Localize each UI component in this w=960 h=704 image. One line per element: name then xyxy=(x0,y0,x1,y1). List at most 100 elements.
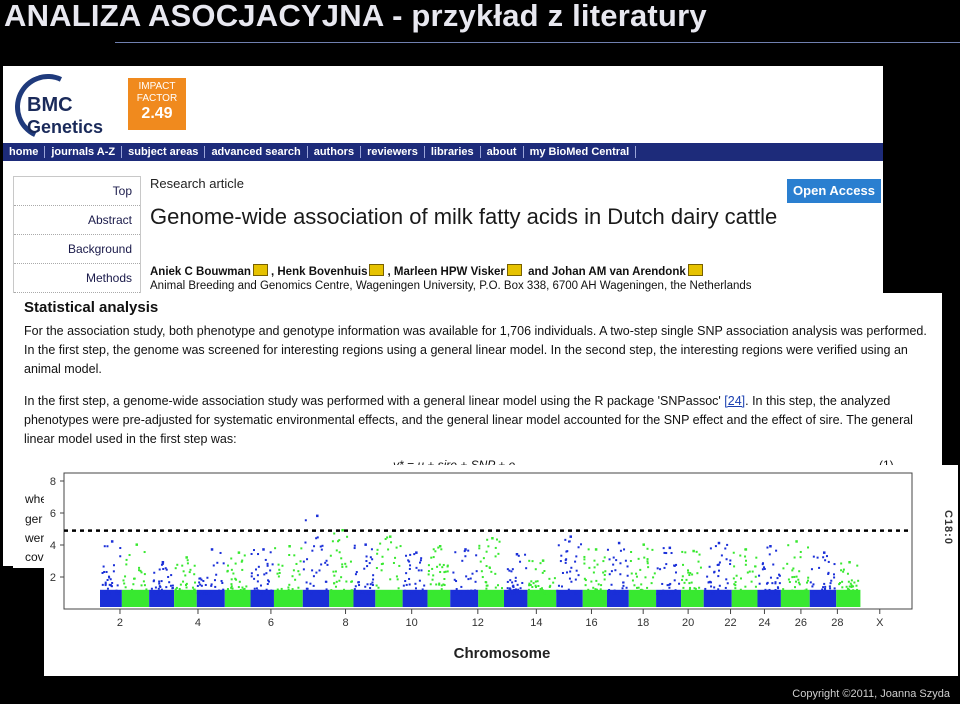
snp-point xyxy=(674,571,677,574)
snp-point xyxy=(455,580,458,583)
snp-point xyxy=(414,587,417,590)
snp-point xyxy=(593,566,596,569)
snp-point xyxy=(312,584,315,587)
author-name[interactable]: Johan AM van Arendonk xyxy=(552,266,686,278)
snp-point xyxy=(486,538,489,541)
snp-point xyxy=(130,592,133,595)
nav-home[interactable]: home xyxy=(3,146,46,158)
snp-point xyxy=(713,570,716,573)
snp-point xyxy=(243,554,246,557)
sidebar-item-methods[interactable]: Methods xyxy=(14,264,140,293)
snp-point xyxy=(354,573,357,576)
snp-point xyxy=(599,589,602,592)
snp-point xyxy=(771,582,774,585)
snp-point xyxy=(182,570,185,573)
snp-point xyxy=(488,592,491,595)
snp-point xyxy=(101,583,104,586)
snp-point xyxy=(107,575,110,578)
x-tick-label: 20 xyxy=(682,617,694,629)
snp-point xyxy=(754,585,757,588)
snp-point xyxy=(338,551,341,554)
email-icon[interactable] xyxy=(506,264,522,276)
snp-point xyxy=(604,570,607,573)
snp-point xyxy=(288,553,291,556)
snp-point xyxy=(646,547,649,550)
snp-point xyxy=(430,556,433,559)
nav-reviewers[interactable]: reviewers xyxy=(361,146,425,158)
snp-point xyxy=(686,590,689,593)
snp-point xyxy=(745,559,748,562)
snp-point xyxy=(805,581,808,584)
snp-point xyxy=(804,590,807,593)
snp-point xyxy=(510,570,513,573)
sidebar-item-top[interactable]: Top xyxy=(14,177,140,206)
snp-point xyxy=(746,591,749,594)
snp-point xyxy=(340,557,343,560)
snp-point xyxy=(838,590,841,593)
snp-point xyxy=(833,587,836,590)
snp-point xyxy=(519,560,522,563)
snp-peak-point xyxy=(262,548,265,551)
snp-point xyxy=(140,592,143,595)
nav-advanced-search[interactable]: advanced search xyxy=(205,146,308,158)
snp-point xyxy=(753,592,756,595)
snp-point xyxy=(331,540,334,543)
snp-point xyxy=(271,563,274,566)
snp-point xyxy=(713,586,716,589)
nav-authors[interactable]: authors xyxy=(308,146,362,158)
author-name[interactable]: Aniek C Bouwman xyxy=(150,266,251,278)
snp-point xyxy=(371,584,374,587)
snp-point xyxy=(766,546,769,549)
snp-point xyxy=(810,568,813,571)
snp-point xyxy=(509,579,512,582)
snp-point xyxy=(687,569,690,572)
snp-point xyxy=(791,569,794,572)
nav-libraries[interactable]: libraries xyxy=(425,146,481,158)
snp-point xyxy=(333,574,336,577)
snp-point xyxy=(387,592,390,595)
snp-point xyxy=(354,585,357,588)
snp-point xyxy=(619,549,622,552)
snp-point xyxy=(379,542,382,545)
snp-point xyxy=(762,566,765,569)
snp-point xyxy=(812,583,815,586)
snp-point xyxy=(588,566,591,569)
snp-point xyxy=(574,578,577,581)
bmc-genetics-logo[interactable]: BMC Genetics xyxy=(5,66,111,150)
snp-point xyxy=(184,583,187,586)
text-fragment: cov xyxy=(25,550,44,564)
snp-point xyxy=(662,592,665,595)
snp-point xyxy=(440,548,443,551)
snp-point xyxy=(814,590,817,593)
open-access-badge[interactable]: Open Access xyxy=(787,179,881,203)
author-name[interactable]: Marleen HPW Visker xyxy=(394,266,505,278)
snp-point xyxy=(631,579,634,582)
snp-point xyxy=(528,582,531,585)
reference-link[interactable]: [24] xyxy=(724,394,745,408)
email-icon[interactable] xyxy=(252,264,268,276)
snp-point xyxy=(193,573,196,576)
snp-point xyxy=(839,592,842,595)
snp-point xyxy=(429,583,432,586)
nav-about[interactable]: about xyxy=(481,146,524,158)
snp-point xyxy=(202,580,205,583)
snp-point xyxy=(688,574,691,577)
email-icon[interactable] xyxy=(369,264,385,276)
article-title: Genome-wide association of milk fatty ac… xyxy=(150,204,778,229)
section-heading: Statistical analysis xyxy=(24,299,159,316)
nav-journals-a-z[interactable]: journals A-Z xyxy=(45,146,123,158)
author-name[interactable]: Henk Bovenhuis xyxy=(277,266,367,278)
snp-point xyxy=(626,574,629,577)
snp-point xyxy=(709,581,712,584)
manhattan-plot: 24682 4 6 8 10 12 14 16 18 20 22 24 26 28 XChromosome xyxy=(50,472,913,662)
nav-my-biomed-central[interactable]: my BioMed Central xyxy=(524,146,637,158)
chromosome-base-band xyxy=(174,589,197,607)
snp-point xyxy=(321,544,324,547)
nav-subject-areas[interactable]: subject areas xyxy=(122,146,206,158)
email-icon[interactable] xyxy=(687,264,703,276)
sidebar-item-background[interactable]: Background xyxy=(14,235,140,264)
sidebar-item-abstract[interactable]: Abstract xyxy=(14,206,140,235)
snp-point xyxy=(809,581,812,584)
snp-point xyxy=(196,584,199,587)
snp-point xyxy=(799,550,802,553)
